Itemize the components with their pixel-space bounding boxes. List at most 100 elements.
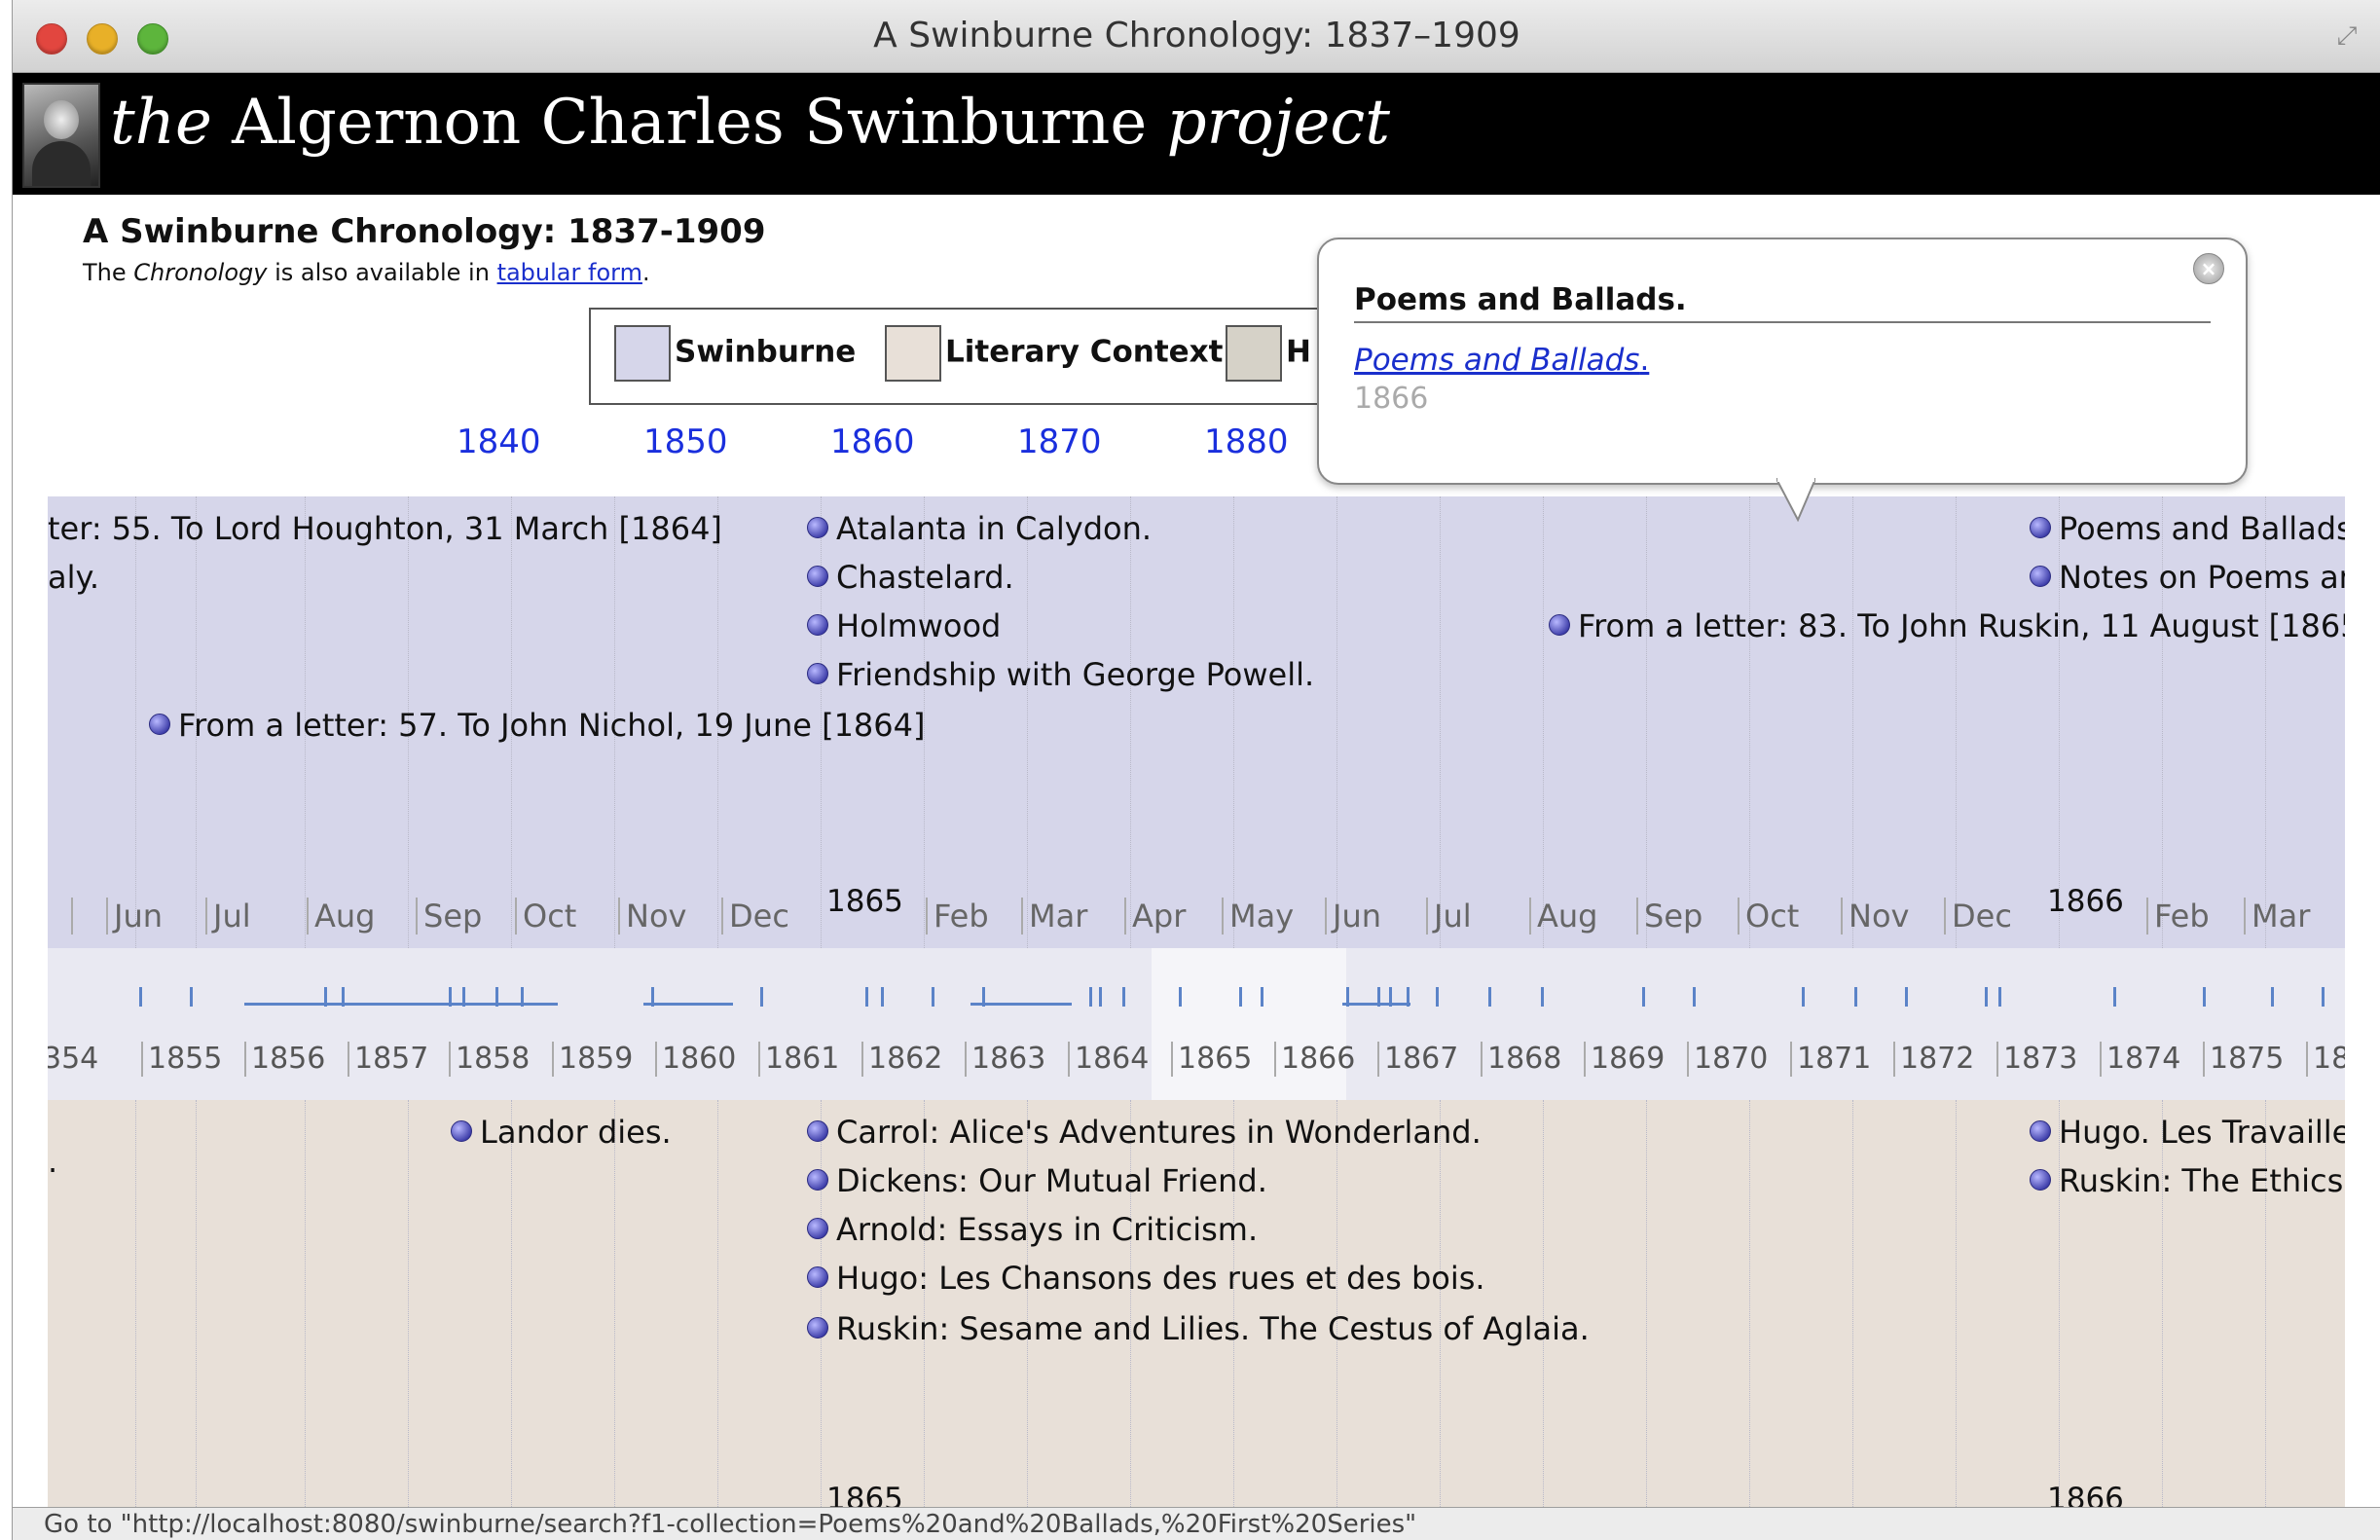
event-marker-icon: [1549, 614, 1570, 636]
overview-year-label: 1864: [1068, 1042, 1149, 1077]
legend-swatch: [885, 325, 941, 382]
window-title: A Swinburne Chronology: 1837–1909: [873, 16, 1520, 55]
month-label: Sep: [416, 898, 482, 935]
timeline-event[interactable]: Holmwood: [807, 607, 1001, 644]
event-marker-icon: [807, 517, 828, 538]
overview-year-label: 1872: [1893, 1042, 1974, 1077]
popup-link[interactable]: Poems and Ballads.: [1354, 343, 1649, 378]
tabular-note: The Chronology is also available in tabu…: [83, 259, 650, 286]
decade-link[interactable]: 1860: [830, 422, 915, 461]
popup-pointer: [1776, 478, 1815, 522]
month-label: Dec: [1944, 898, 2012, 935]
overview-year-label: 1875: [2203, 1042, 2284, 1077]
timeline-event[interactable]: Arnold: Essays in Criticism.: [807, 1211, 1258, 1248]
overview-year-label: 1860: [655, 1042, 736, 1077]
site-title[interactable]: the Algernon Charles Swinburne project: [110, 87, 1390, 159]
event-marker-icon: [2030, 1169, 2051, 1191]
fullscreen-icon[interactable]: ⤢: [2332, 21, 2362, 51]
legend-swatch: [614, 325, 671, 382]
legend-swatch: [1226, 325, 1282, 382]
month-label: Oct: [1738, 898, 1799, 935]
timeline-event[interactable]: Notes on Poems and: [2030, 559, 2345, 596]
timeline-event[interactable]: Dickens: Our Mutual Friend.: [807, 1162, 1267, 1199]
overview-year-label: 1856: [244, 1042, 325, 1077]
timeline-event[interactable]: ter: 55. To Lord Houghton, 31 March [186…: [48, 510, 722, 547]
page-title: A Swinburne Chronology: 1837-1909: [83, 212, 766, 251]
decade-link[interactable]: 1870: [1017, 422, 1102, 461]
overview-year-label: 1873: [1996, 1042, 2077, 1077]
event-marker-icon: [807, 566, 828, 587]
timeline-event[interactable]: Hugo: Les Chansons des rues et des bois.: [807, 1260, 1485, 1297]
timeline-event[interactable]: Hugo. Les Travailleur: [2030, 1114, 2345, 1151]
browser-window: A Swinburne Chronology: 1837–1909 ⤢ the …: [12, 0, 2380, 1540]
timeline-event[interactable]: Landor dies.: [451, 1114, 672, 1151]
overview-year-label: 1855: [141, 1042, 222, 1077]
title-bar: A Swinburne Chronology: 1837–1909 ⤢: [13, 0, 2380, 73]
event-marker-icon: [2030, 566, 2051, 587]
month-label: Aug: [307, 898, 375, 935]
overview-year-label: 1874: [2100, 1042, 2180, 1077]
site-title-main: Algernon Charles Swinburne: [232, 87, 1148, 159]
timeline-event[interactable]: Atalanta in Calydon.: [807, 510, 1152, 547]
event-marker-icon: [807, 1120, 828, 1142]
event-marker-icon: [2030, 1120, 2051, 1142]
literary-context-timeline-band[interactable]: . Landor dies. Carrol: Alice's Adventure…: [48, 1100, 2345, 1519]
month-label: Oct: [515, 898, 576, 935]
popup-divider: [1354, 321, 2211, 323]
timeline-event[interactable]: aly.: [48, 559, 99, 596]
event-marker-icon: [807, 614, 828, 636]
legend-item-historical: H: [1226, 325, 1311, 384]
year-label: 1866: [2047, 884, 2124, 919]
overview-year-label: 1859: [552, 1042, 633, 1077]
overview-year-label: 1862: [861, 1042, 942, 1077]
overview-year-label: 354: [48, 1042, 99, 1076]
event-marker-icon: [807, 1317, 828, 1338]
event-marker-icon: [807, 1266, 828, 1288]
decade-link[interactable]: 1850: [643, 422, 728, 461]
overview-timeline-band[interactable]: 354 1855 1856 1857 1858 1859 1860 1861 1…: [48, 948, 2345, 1100]
visible-range-highlight[interactable]: [1152, 948, 1346, 1100]
event-marker-icon: [2030, 517, 2051, 538]
decade-link[interactable]: 1880: [1204, 422, 1289, 461]
timeline-event[interactable]: Chastelard.: [807, 559, 1014, 596]
site-title-the: the: [110, 87, 212, 159]
overview-year-label: 1863: [965, 1042, 1045, 1077]
overview-year-label: 1870: [1687, 1042, 1768, 1077]
month-label: Sep: [1636, 898, 1703, 935]
month-label: Jun: [1325, 898, 1381, 935]
swinburne-portrait: [22, 83, 100, 188]
status-bar: Go to "http://localhost:8080/swinburne/s…: [13, 1507, 2380, 1540]
tabular-form-link[interactable]: tabular form: [497, 259, 642, 286]
status-url: Go to "http://localhost:8080/swinburne/s…: [44, 1510, 1417, 1539]
month-label: Mar: [2244, 898, 2310, 935]
month-label: Jun: [106, 898, 163, 935]
decade-link[interactable]: 1840: [457, 422, 541, 461]
timeline-event[interactable]: Carrol: Alice's Adventures in Wonderland…: [807, 1114, 1482, 1151]
swinburne-timeline-band[interactable]: ter: 55. To Lord Houghton, 31 March [186…: [48, 496, 2345, 948]
month-label: Apr: [1124, 898, 1186, 935]
timeline-event[interactable]: .: [48, 1143, 57, 1180]
timeline-event-poems-and-ballads[interactable]: Poems and Ballads.: [2030, 510, 2345, 547]
month-label: Nov: [618, 898, 686, 935]
timeline-event[interactable]: Ruskin: Sesame and Lilies. The Cestus of…: [807, 1310, 1590, 1347]
month-label: Jul: [1426, 898, 1472, 935]
month-label: Nov: [1841, 898, 1909, 935]
month-label: Mar: [1021, 898, 1087, 935]
event-marker-icon: [807, 663, 828, 684]
site-title-project: project: [1166, 87, 1390, 159]
timeline-event[interactable]: From a letter: 57. To John Nichol, 19 Ju…: [149, 707, 925, 744]
timeline-event[interactable]: Friendship with George Powell.: [807, 656, 1314, 693]
month-label: May: [1222, 898, 1294, 935]
site-banner: the Algernon Charles Swinburne project: [13, 73, 2380, 195]
event-marker-icon: [451, 1120, 472, 1142]
overview-year-label: 1865: [1171, 1042, 1252, 1077]
popup-date: 1866: [1354, 382, 1429, 416]
timeline-event[interactable]: Ruskin: The Ethics of: [2030, 1162, 2345, 1199]
close-popup-icon[interactable]: ×: [2193, 253, 2224, 284]
event-info-popup: × Poems and Ballads. Poems and Ballads. …: [1317, 238, 2248, 485]
timeline-event[interactable]: From a letter: 83. To John Ruskin, 11 Au…: [1549, 607, 2345, 644]
event-marker-icon: [149, 714, 170, 735]
overview-year-label: 1869: [1584, 1042, 1665, 1077]
legend-item-literary-context: Literary Context: [885, 325, 1224, 384]
month-label: Dec: [721, 898, 789, 935]
